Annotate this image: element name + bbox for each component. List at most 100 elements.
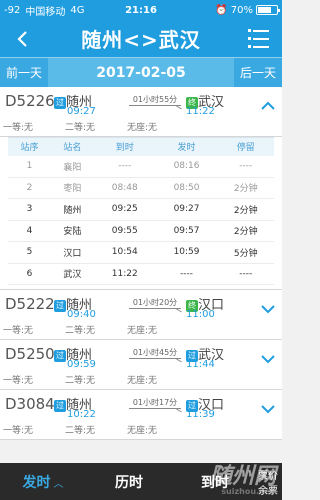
stop-seq: 1 — [8, 155, 51, 178]
sort-bar: 发时 ︿ 历时 到时 票价 余票 随州网 suizhou.net — [0, 463, 282, 500]
stop-name: 汉口 — [50, 241, 94, 264]
train-row[interactable]: D3084 过随州 10:22 01小时17分 过汉口 11:39 一等:无 二… — [0, 390, 282, 440]
departure-time: 10:22 — [67, 409, 96, 420]
chevron-up-icon[interactable] — [261, 99, 275, 115]
back-arrow-icon — [17, 30, 27, 47]
departure-time: 09:27 — [67, 106, 96, 117]
ticket-tab[interactable]: 余票 — [258, 482, 278, 497]
menu-button[interactable] — [247, 27, 272, 51]
next-day-button[interactable]: 后一天 — [233, 58, 282, 87]
seat-availability: 一等:无 二等:无 无座:无 — [3, 423, 189, 436]
second-class-seats: 二等:无 — [65, 123, 96, 133]
pass-badge: 过 — [54, 96, 66, 109]
train-row[interactable]: D5226 过随州 09:27 01小时55分 终武汉 11:22 一等:无 二… — [0, 87, 282, 137]
battery-icon — [256, 5, 280, 15]
stop-arrive: 10:54 — [93, 241, 156, 264]
stop-stay: 2分钟 — [217, 198, 274, 221]
train-row[interactable]: D5222 过随州 09:40 01小时20分 终汉口 11:00 一等:无 二… — [0, 290, 282, 340]
stop-depart: 08:16 — [155, 155, 218, 178]
battery-percent: 70% — [230, 4, 253, 16]
sort-arrow-icon: ︿ — [53, 478, 64, 490]
arrival-time: 11:39 — [186, 409, 215, 420]
sort-arrive-tab[interactable]: 到时 — [172, 472, 258, 492]
stop-depart: 09:27 — [155, 198, 218, 221]
sort-duration-tab[interactable]: 历时 — [86, 472, 172, 492]
stop-arrive: 09:55 — [93, 220, 156, 242]
stop-arrive: 09:25 — [93, 198, 156, 221]
travel-duration: 01小时45分 — [129, 347, 181, 359]
stop-stay: 5分钟 — [217, 241, 274, 264]
travel-duration: 01小时20分 — [129, 297, 181, 309]
seat-availability: 一等:无 二等:无 无座:无 — [3, 120, 189, 133]
stop-row: 6 武汉 11:22 ---- ---- — [8, 263, 274, 285]
travel-duration: 01小时17分 — [129, 397, 181, 409]
header-seq: 站序 — [8, 137, 51, 156]
stop-seq: 3 — [8, 198, 51, 221]
chevron-down-icon[interactable] — [261, 402, 275, 418]
header-stay: 停留 — [217, 137, 274, 156]
stop-row: 5 汉口 10:54 10:59 5分钟 — [8, 241, 274, 264]
stop-depart: ---- — [155, 263, 218, 285]
header-arrive: 到时 — [93, 137, 156, 156]
train-number: D5226 — [5, 92, 55, 110]
standing-seats: 无座:无 — [127, 326, 158, 336]
header-depart: 发时 — [155, 137, 218, 156]
stop-arrive: ---- — [93, 155, 156, 178]
network-type: 4G — [70, 4, 85, 16]
stop-depart: 08:50 — [155, 177, 218, 199]
train-number: D5222 — [5, 295, 55, 313]
second-class-seats: 二等:无 — [65, 326, 96, 336]
stop-stay: 2分钟 — [217, 220, 274, 242]
stop-row: 1 襄阳 ---- 08:16 ---- — [8, 155, 274, 178]
alarm-icon: ⏰ — [215, 4, 228, 16]
first-class-seats: 一等:无 — [3, 376, 34, 386]
price-tab[interactable]: 票价 — [258, 467, 278, 482]
departure-time: 09:40 — [67, 309, 96, 320]
header-station: 站名 — [50, 137, 94, 156]
stop-depart: 09:57 — [155, 220, 218, 242]
stop-seq: 6 — [8, 263, 51, 285]
stop-depart: 10:59 — [155, 241, 218, 264]
stop-row: 4 安陆 09:55 09:57 2分钟 — [8, 220, 274, 242]
status-bar: -92 中国移动 4G 21:16 ⏰ 70% — [0, 0, 282, 20]
second-class-seats: 二等:无 — [65, 426, 96, 436]
stop-seq: 4 — [8, 220, 51, 242]
first-class-seats: 一等:无 — [3, 326, 34, 336]
train-number: D5250 — [5, 345, 55, 363]
current-date[interactable]: 2017-02-05 — [96, 65, 186, 81]
route-title: 随州<>武汉 — [81, 28, 201, 52]
stop-stay: ---- — [217, 263, 274, 285]
stop-arrive: 08:48 — [93, 177, 156, 199]
standing-seats: 无座:无 — [127, 123, 158, 133]
standing-seats: 无座:无 — [127, 376, 158, 386]
first-class-seats: 一等:无 — [3, 426, 34, 436]
seat-availability: 一等:无 二等:无 无座:无 — [3, 323, 189, 336]
stop-name: 襄阳 — [50, 155, 94, 178]
back-button[interactable] — [10, 27, 34, 51]
stop-name: 枣阳 — [50, 177, 94, 199]
first-class-seats: 一等:无 — [3, 123, 34, 133]
stop-table: 站序 站名 到时 发时 停留 1 襄阳 ---- 08:16 ---- 2 枣阳 08:48 0… — [0, 137, 282, 290]
seat-availability: 一等:无 二等:无 无座:无 — [3, 373, 189, 386]
date-bar: 前一天 2017-02-05 后一天 — [0, 57, 282, 87]
arrival-time: 11:44 — [186, 359, 215, 370]
sort-depart-tab[interactable]: 发时 ︿ — [0, 472, 86, 492]
travel-duration: 01小时55分 — [129, 94, 181, 106]
departure-time: 09:59 — [67, 359, 96, 370]
train-list: D5226 过随州 09:27 01小时55分 终武汉 11:22 一等:无 二… — [0, 87, 282, 500]
pass-badge: 过 — [54, 399, 66, 412]
arrival-time: 11:00 — [186, 309, 215, 320]
chevron-down-icon[interactable] — [261, 352, 275, 368]
carrier: 中国移动 — [25, 6, 66, 18]
pass-badge: 过 — [54, 349, 66, 362]
second-class-seats: 二等:无 — [65, 376, 96, 386]
stop-name: 武汉 — [50, 263, 94, 285]
arrival-time: 11:22 — [186, 106, 215, 117]
train-row[interactable]: D5250 过随州 09:59 01小时45分 过武汉 11:44 一等:无 二… — [0, 340, 282, 390]
prev-day-button[interactable]: 前一天 — [0, 58, 49, 87]
signal-strength: -92 — [4, 4, 21, 16]
stop-row: 2 枣阳 08:48 08:50 2分钟 — [8, 177, 274, 199]
chevron-down-icon[interactable] — [261, 302, 275, 318]
stop-arrive: 11:22 — [93, 263, 156, 285]
stop-row: 3 随州 09:25 09:27 2分钟 — [8, 198, 274, 221]
